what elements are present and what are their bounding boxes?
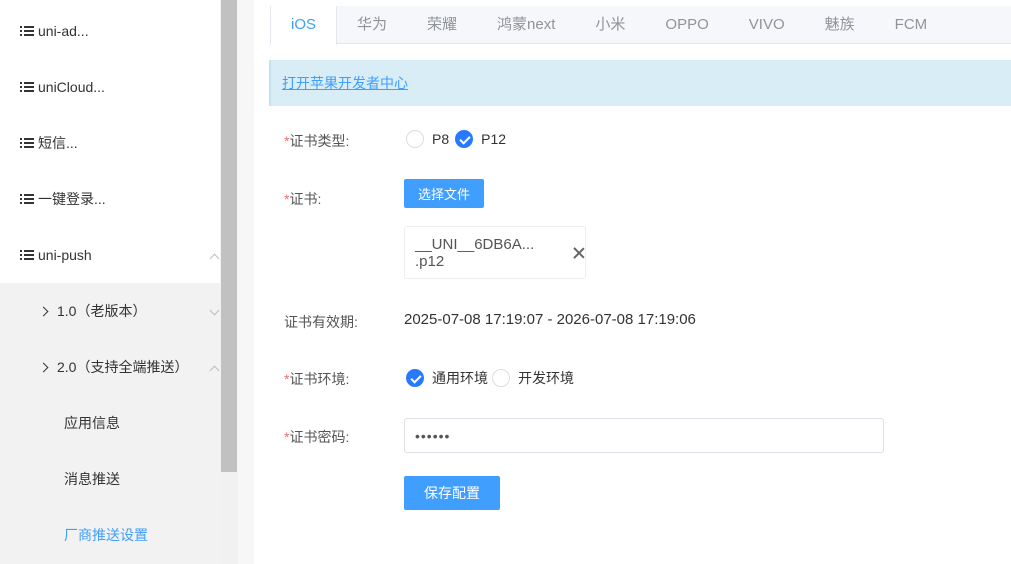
radio-unchecked-icon[interactable] bbox=[406, 130, 424, 148]
tab-vivo[interactable]: VIVO bbox=[729, 6, 805, 44]
sidebar-leaf-label: 厂商推送设置 bbox=[64, 527, 148, 543]
panel-divider bbox=[238, 0, 254, 564]
list-icon bbox=[20, 249, 34, 261]
sidebar-item-label: 一键登录... bbox=[38, 191, 106, 207]
sidebar-leaf-label: 应用信息 bbox=[64, 415, 120, 431]
cert-label: *证书: bbox=[284, 189, 321, 209]
password-input[interactable]: •••••• bbox=[404, 418, 884, 453]
cert-label-text: 证书: bbox=[289, 191, 322, 207]
sidebar-item-label: uni-ad... bbox=[38, 23, 89, 39]
tab-huawei[interactable]: 华为 bbox=[337, 6, 407, 44]
save-config-button[interactable]: 保存配置 bbox=[404, 476, 500, 510]
sidebar-subitem-push-v1[interactable]: 1.0（老版本） bbox=[0, 283, 220, 339]
tab-ios[interactable]: iOS bbox=[270, 6, 338, 45]
radio-label: 开发环境 bbox=[518, 370, 574, 386]
radio-option-dev-env[interactable]: 开发环境 bbox=[492, 368, 574, 388]
env-label: *证书环境: bbox=[284, 369, 349, 389]
list-icon bbox=[20, 193, 34, 205]
radio-option-p12[interactable]: P12 bbox=[455, 130, 506, 148]
radio-label: P12 bbox=[481, 131, 507, 147]
sidebar-item-unicloud[interactable]: uniCloud... bbox=[0, 59, 220, 115]
list-icon bbox=[20, 81, 34, 93]
sidebar-subitem-label: 1.0（老版本） bbox=[57, 303, 147, 319]
sidebar-item-uni-push[interactable]: uni-push bbox=[0, 227, 220, 283]
sidebar-item-sms[interactable]: 短信... bbox=[0, 115, 220, 171]
sidebar-leaf-vendor-push-settings[interactable]: 厂商推送设置 bbox=[0, 507, 220, 563]
env-label-text: 证书环境: bbox=[289, 371, 350, 387]
sidebar-item-one-click-login[interactable]: 一键登录... bbox=[0, 171, 220, 227]
cert-type-label: *证书类型: bbox=[284, 131, 349, 151]
validity-value: 2025-07-08 17:19:07 - 2026-07-08 17:19:0… bbox=[404, 311, 696, 328]
chevron-right-icon bbox=[38, 306, 49, 316]
radio-option-p8[interactable]: P8 bbox=[406, 130, 449, 148]
list-icon bbox=[20, 25, 34, 37]
sidebar-subitem-label: 2.0（支持全端推送） bbox=[57, 359, 189, 375]
radio-checked-icon[interactable] bbox=[406, 369, 424, 387]
tab-meizu[interactable]: 魅族 bbox=[805, 6, 875, 44]
sidebar-leaf-app-info[interactable]: 应用信息 bbox=[0, 395, 220, 451]
cert-type-label-text: 证书类型: bbox=[289, 133, 350, 149]
apple-developer-center-link[interactable]: 打开苹果开发者中心 bbox=[282, 73, 408, 93]
choose-file-button[interactable]: 选择文件 bbox=[404, 179, 484, 208]
chevron-up-icon bbox=[209, 253, 220, 264]
radio-unchecked-icon[interactable] bbox=[492, 369, 510, 387]
tab-xiaomi[interactable]: 小米 bbox=[575, 6, 645, 44]
cert-type-radio-group: P8 P12 bbox=[406, 130, 508, 148]
sidebar-item-label: uniCloud... bbox=[38, 79, 105, 95]
sidebar: uni-ad... uniCloud... 短信... 一键登录... uni-… bbox=[0, 0, 238, 564]
sidebar-leaf-message-push[interactable]: 消息推送 bbox=[0, 451, 220, 507]
password-label-text: 证书密码: bbox=[289, 429, 350, 445]
vendor-tabs: iOS 华为 荣耀 鸿蒙next 小米 OPPO VIVO 魅族 FCM bbox=[270, 6, 1011, 45]
radio-checked-icon[interactable] bbox=[455, 130, 474, 148]
uploaded-file: __UNI__6DB6A... .p12 bbox=[404, 226, 586, 279]
radio-label: P8 bbox=[432, 131, 450, 147]
info-banner: 打开苹果开发者中心 bbox=[269, 60, 1011, 106]
sidebar-item-uni-ad[interactable]: uni-ad... bbox=[0, 3, 220, 59]
sidebar-item-label: uni-push bbox=[38, 247, 92, 263]
chevron-down-icon bbox=[209, 305, 220, 316]
chevron-right-icon bbox=[38, 362, 49, 372]
tab-fcm[interactable]: FCM bbox=[875, 6, 948, 44]
chevron-up-icon bbox=[209, 365, 220, 376]
main-panel: iOS 华为 荣耀 鸿蒙next 小米 OPPO VIVO 魅族 FCM 打开苹… bbox=[254, 0, 1011, 564]
password-label: *证书密码: bbox=[284, 427, 349, 447]
tab-harmony-next[interactable]: 鸿蒙next bbox=[477, 6, 575, 44]
tab-honor[interactable]: 荣耀 bbox=[407, 6, 477, 44]
close-icon[interactable] bbox=[573, 247, 585, 259]
radio-option-general-env[interactable]: 通用环境 bbox=[406, 368, 488, 388]
list-icon bbox=[20, 137, 34, 149]
sidebar-item-label: 短信... bbox=[38, 135, 78, 151]
radio-label: 通用环境 bbox=[432, 370, 488, 386]
sidebar-leaf-label: 消息推送 bbox=[64, 471, 120, 487]
validity-label: 证书有效期: bbox=[284, 314, 358, 330]
tab-oppo[interactable]: OPPO bbox=[645, 6, 728, 44]
file-name: __UNI__6DB6A... .p12 bbox=[415, 235, 535, 270]
sidebar-subitem-push-v2[interactable]: 2.0（支持全端推送） bbox=[0, 339, 220, 395]
env-radio-group: 通用环境 开发环境 bbox=[406, 368, 576, 388]
sidebar-scrollbar-thumb[interactable] bbox=[221, 0, 237, 472]
